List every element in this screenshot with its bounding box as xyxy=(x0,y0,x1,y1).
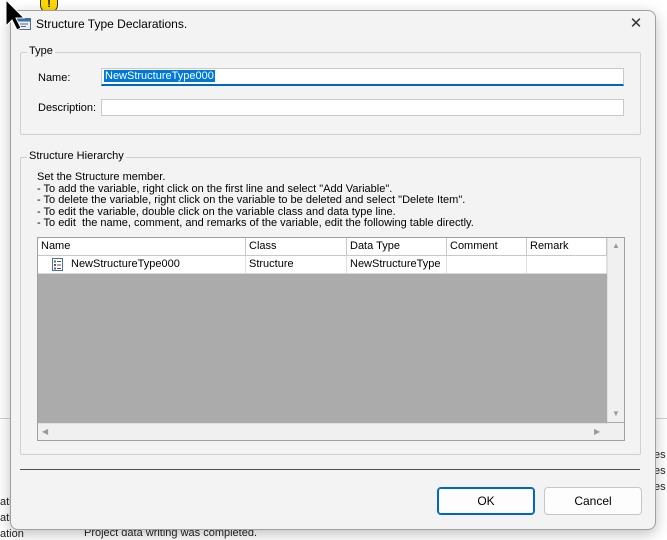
table-header: Name Class Data Type Comment Remark xyxy=(38,238,607,256)
scroll-down-icon[interactable]: ▼ xyxy=(612,410,620,418)
dialog-titlebar[interactable]: Structure Type Declarations. ✕ xyxy=(11,11,655,37)
vertical-scrollbar[interactable]: ▲ ▼ xyxy=(607,238,624,422)
cell-class[interactable]: Structure xyxy=(246,256,347,273)
column-header-remark[interactable]: Remark xyxy=(527,238,607,255)
scroll-right-icon[interactable]: ▶ xyxy=(594,428,600,436)
ok-button[interactable]: OK xyxy=(437,487,535,515)
help-line: - To edit the name, comment, and remarks… xyxy=(37,217,474,230)
cancel-button[interactable]: Cancel xyxy=(544,487,642,515)
scrollbar-corner xyxy=(608,423,624,440)
type-group-legend: Type xyxy=(27,45,55,57)
cell-name[interactable]: NewStructureType000 xyxy=(38,256,246,273)
column-header-class[interactable]: Class xyxy=(246,238,347,255)
scroll-left-icon[interactable]: ◀ xyxy=(42,428,48,436)
column-header-name[interactable]: Name xyxy=(38,238,246,255)
type-group: Type Name: NewStructureType000 Descripti… xyxy=(20,45,641,135)
structure-icon xyxy=(52,258,63,271)
cell-comment[interactable] xyxy=(447,256,527,273)
column-header-comment[interactable]: Comment xyxy=(447,238,527,255)
row-name: NewStructureType000 xyxy=(71,258,180,270)
dialog-separator xyxy=(20,469,640,470)
help-text: Set the Structure member. - To add the va… xyxy=(37,171,474,230)
close-icon[interactable]: ✕ xyxy=(625,13,647,35)
dialog-title: Structure Type Declarations. xyxy=(36,17,188,31)
table-row[interactable]: NewStructureType000 Structure NewStructu… xyxy=(38,256,607,274)
hierarchy-group-legend: Structure Hierarchy xyxy=(27,150,126,162)
description-input[interactable] xyxy=(101,99,624,116)
scroll-up-icon[interactable]: ▲ xyxy=(612,242,620,250)
description-label: Description: xyxy=(38,102,97,114)
name-input-value: NewStructureType000 xyxy=(104,70,215,82)
help-line: Set the Structure member. xyxy=(37,171,166,183)
structure-type-dialog: Structure Type Declarations. ✕ Type Name… xyxy=(10,10,656,530)
cell-remark[interactable] xyxy=(527,256,607,273)
name-label: Name: xyxy=(38,72,71,84)
mouse-pointer-icon xyxy=(5,0,26,30)
horizontal-scrollbar[interactable]: ◀ ▶ xyxy=(38,423,608,440)
structure-member-table[interactable]: Name Class Data Type Comment Remark NewS… xyxy=(37,237,625,441)
structure-hierarchy-group: Structure Hierarchy Set the Structure me… xyxy=(20,150,641,455)
cell-data-type[interactable]: NewStructureType xyxy=(347,256,447,273)
name-input[interactable]: NewStructureType000 xyxy=(101,68,624,86)
column-header-data-type[interactable]: Data Type xyxy=(347,238,447,255)
